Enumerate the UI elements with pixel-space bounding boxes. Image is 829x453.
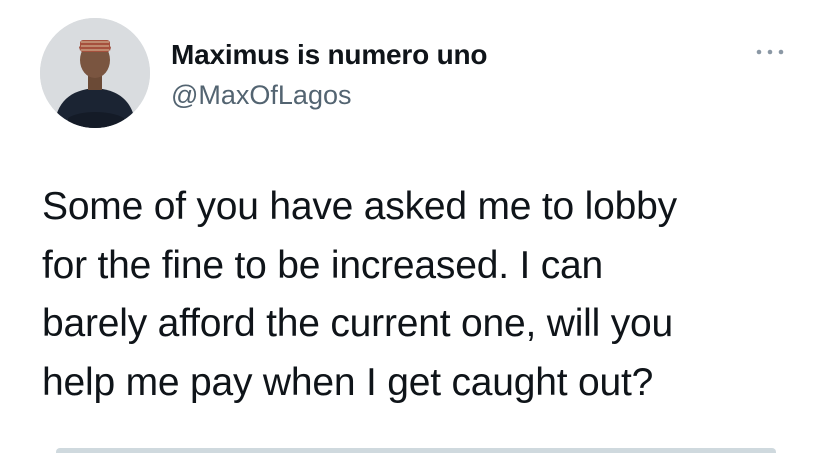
- more-horizontal-icon: [756, 49, 784, 55]
- tweet-card: Maximus is numero uno @MaxOfLagos Some o…: [0, 0, 829, 453]
- avatar-image: [40, 18, 150, 128]
- tweet-text: Some of you have asked me to lobby for t…: [42, 178, 802, 412]
- tweet-text-line: for the fine to be increased. I can: [42, 243, 604, 287]
- more-options-button[interactable]: [750, 40, 790, 64]
- tweet-text-line: Some of you have asked me to lobby: [42, 185, 677, 228]
- author-handle[interactable]: @MaxOfLagos: [171, 78, 351, 112]
- author-display-name[interactable]: Maximus is numero uno: [171, 38, 487, 72]
- tweet-text-line: help me pay when I get caught out?: [42, 360, 654, 404]
- quoted-card-edge: [56, 448, 776, 453]
- author-avatar[interactable]: [40, 18, 150, 128]
- tweet-text-line: barely afford the current one, will you: [42, 302, 673, 345]
